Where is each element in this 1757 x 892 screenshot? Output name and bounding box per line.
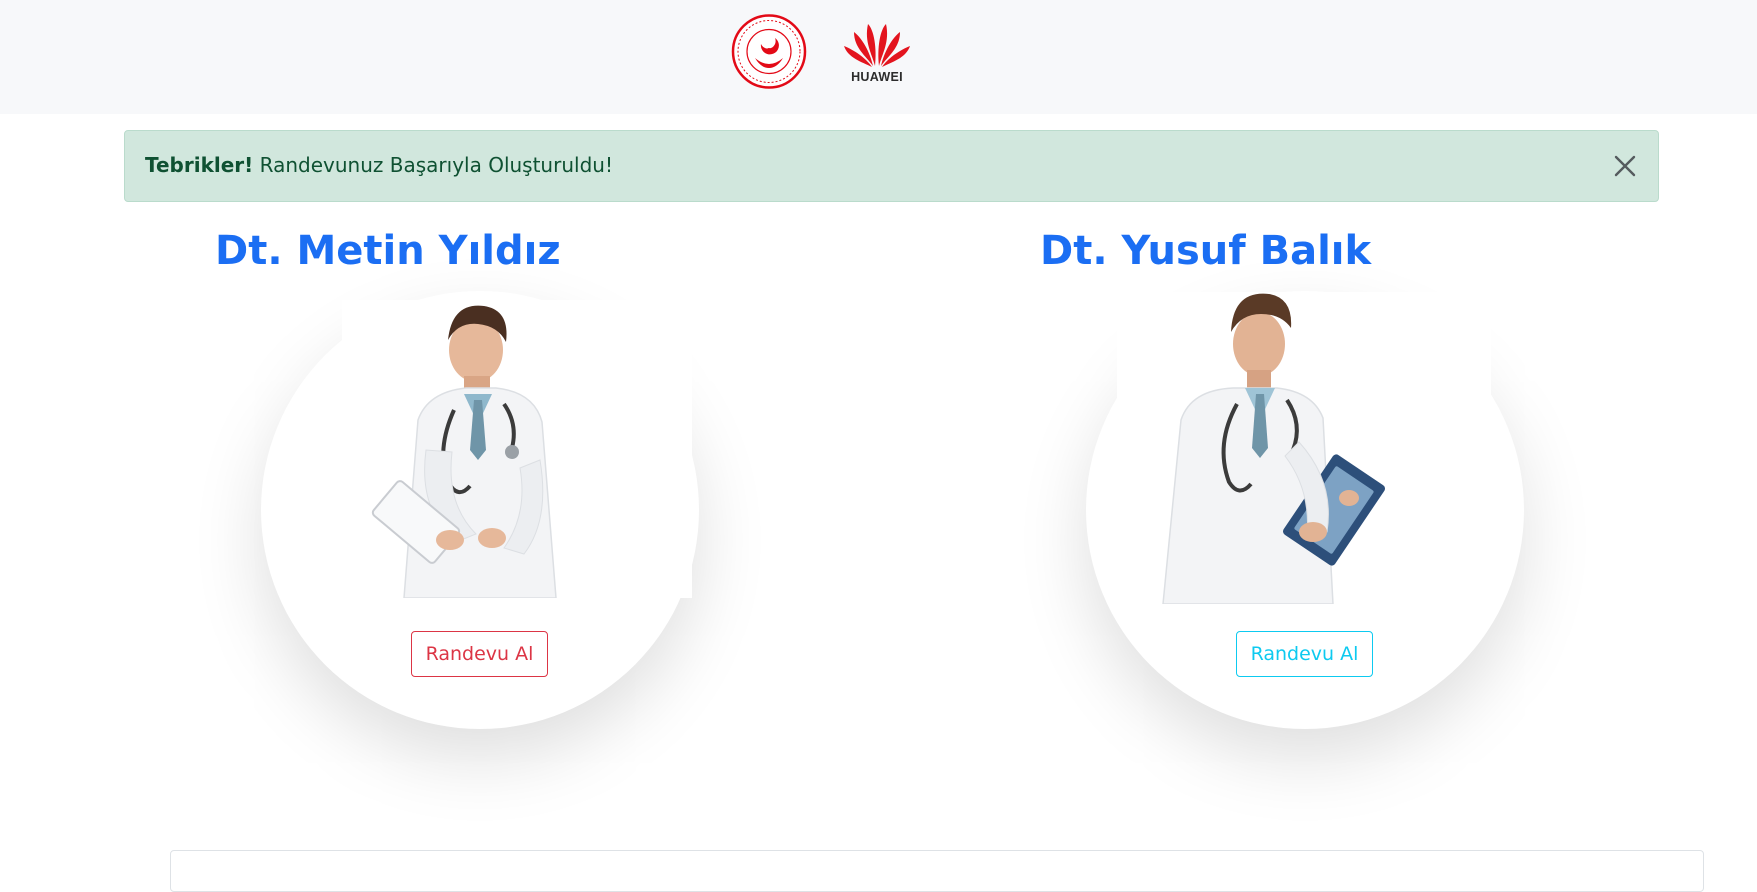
alert-strong-text: Tebrikler! xyxy=(145,153,254,177)
close-icon[interactable] xyxy=(1610,151,1640,181)
doctor-name-yusuf: Dt. Yusuf Balık xyxy=(1040,228,1372,274)
site-header: HUAWEI xyxy=(0,0,1757,114)
doctor-photo-metin xyxy=(342,300,692,599)
doctor-illustration xyxy=(1162,293,1385,605)
huawei-logo: HUAWEI xyxy=(842,20,912,90)
appointment-button-metin[interactable]: Randevu Al xyxy=(411,631,548,677)
appointment-button-yusuf[interactable]: Randevu Al xyxy=(1236,631,1373,677)
alert-message: Tebrikler! Randevunuz Başarıyla Oluşturu… xyxy=(145,153,613,177)
close-button[interactable] xyxy=(1610,151,1640,181)
huawei-petals-icon xyxy=(844,24,910,67)
ministry-emblem-logo xyxy=(731,14,807,89)
doctor-illustration xyxy=(371,305,557,599)
huawei-wordmark: HUAWEI xyxy=(851,70,903,84)
footer-panel xyxy=(170,850,1704,892)
doctor-photo-yusuf xyxy=(1117,292,1491,605)
alert-body-text: Randevunuz Başarıyla Oluşturuldu! xyxy=(253,153,613,177)
success-alert: Tebrikler! Randevunuz Başarıyla Oluşturu… xyxy=(124,130,1659,202)
doctor-name-metin: Dt. Metin Yıldız xyxy=(215,228,561,274)
